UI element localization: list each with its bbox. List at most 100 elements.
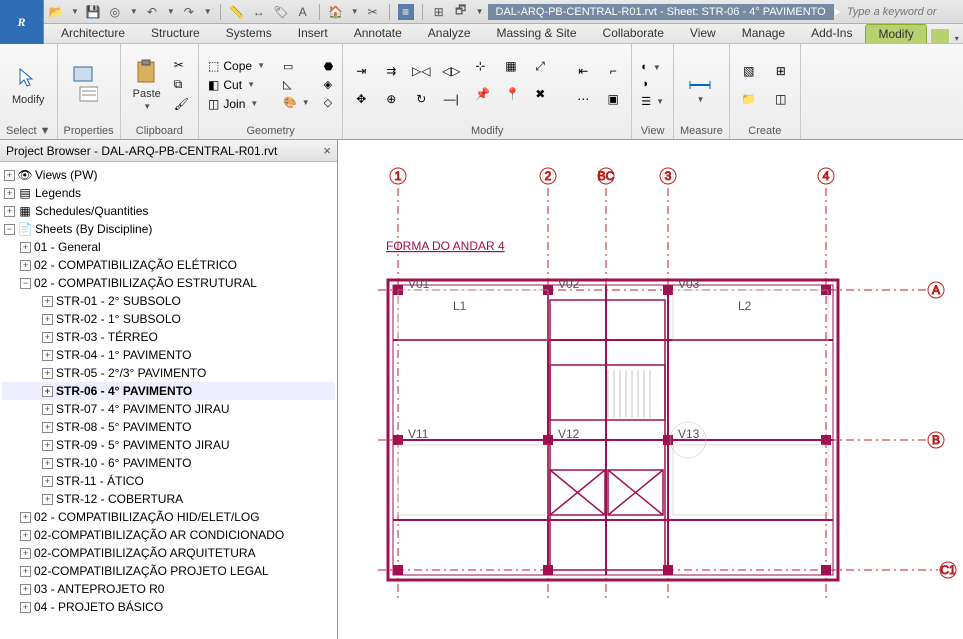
tab-insert[interactable]: Insert xyxy=(285,23,341,43)
close-icon[interactable]: × xyxy=(323,143,331,158)
drawing-canvas[interactable]: 1 2 BC 3 4 A B C1 xyxy=(338,140,963,639)
tab-collaborate[interactable]: Collaborate xyxy=(590,23,677,43)
view-override-button[interactable]: ◑ xyxy=(638,77,667,91)
tree-node-sheet[interactable]: +STR-03 - TÉRREO xyxy=(2,328,335,346)
move-button[interactable]: ✥ xyxy=(349,87,373,111)
tree-node-sheet[interactable]: +STR-02 - 1° SUBSOLO xyxy=(2,310,335,328)
group-select-label[interactable]: Select ▼ xyxy=(6,123,51,139)
modify-button[interactable]: Modify xyxy=(6,62,50,108)
tree-node-sheet[interactable]: +STR-08 - 5° PAVIMENTO xyxy=(2,418,335,436)
expander-icon[interactable]: + xyxy=(4,206,15,217)
cut-geom-button[interactable]: ◧Cut ▼ xyxy=(205,77,268,93)
align-button[interactable]: ⇥ xyxy=(349,59,373,83)
tab-analyze[interactable]: Analyze xyxy=(415,23,484,43)
tree-node[interactable]: −02 - COMPATIBILIZAÇÃO ESTRUTURAL xyxy=(2,274,335,292)
expander-icon[interactable]: + xyxy=(20,512,31,523)
tree-node[interactable]: +03 - ANTEPROJETO R0 xyxy=(2,580,335,598)
sync-icon[interactable]: ◎ xyxy=(107,4,123,20)
unpin-button[interactable]: 📍 xyxy=(505,87,529,111)
expander-icon[interactable]: + xyxy=(42,368,53,379)
scale-button[interactable]: ⤢ xyxy=(535,59,559,83)
expander-icon[interactable]: + xyxy=(42,350,53,361)
tree-node-sheet[interactable]: +STR-10 - 6° PAVIMENTO xyxy=(2,454,335,472)
mirror-draw-button[interactable]: ◁▷ xyxy=(439,59,463,83)
group-button[interactable]: ▣ xyxy=(601,87,625,111)
cope-button[interactable]: ⬚Cope ▼ xyxy=(205,58,268,74)
tab-manage[interactable]: Manage xyxy=(729,23,798,43)
pin-button[interactable]: 📌 xyxy=(475,87,499,111)
expander-icon[interactable]: + xyxy=(42,296,53,307)
tree-node-schedules[interactable]: +▦Schedules/Quantities xyxy=(2,202,335,220)
tree-node[interactable]: +02-COMPATIBILIZAÇÃO AR CONDICIONADO xyxy=(2,526,335,544)
expander-icon[interactable]: + xyxy=(42,332,53,343)
view-hide-button[interactable]: ◐ ▼ xyxy=(638,60,667,74)
expander-icon[interactable]: − xyxy=(4,224,15,235)
open-icon[interactable]: 📂 xyxy=(48,4,64,20)
tab-addins[interactable]: Add-Ins xyxy=(798,23,865,43)
geom3-button[interactable]: ◇ xyxy=(321,95,337,110)
expander-icon[interactable]: + xyxy=(20,566,31,577)
tab-systems[interactable]: Systems xyxy=(213,23,285,43)
wall-opening-button[interactable]: ▭ xyxy=(280,59,313,74)
tree-node[interactable]: +02-COMPATIBILIZAÇÃO PROJETO LEGAL xyxy=(2,562,335,580)
tree-node-views[interactable]: +👁Views (PW) xyxy=(2,166,335,184)
tab-modify[interactable]: Modify xyxy=(865,24,926,43)
tab-view[interactable]: View xyxy=(677,23,729,43)
tab-massing[interactable]: Massing & Site xyxy=(484,23,590,43)
tree-node-sheet[interactable]: +STR-07 - 4° PAVIMENTO JIRAU xyxy=(2,400,335,418)
tree-node-sheet[interactable]: +STR-11 - ÁTICO xyxy=(2,472,335,490)
expander-icon[interactable]: + xyxy=(42,422,53,433)
tree-node-sheet[interactable]: +STR-04 - 1° PAVIMENTO xyxy=(2,346,335,364)
expander-icon[interactable]: + xyxy=(20,584,31,595)
app-menu-button[interactable]: R xyxy=(0,0,44,44)
rotate-button[interactable]: ↻ xyxy=(409,87,433,111)
paint-button[interactable]: 🎨▼ xyxy=(280,95,313,110)
paste-button[interactable]: Paste ▼ xyxy=(127,56,167,113)
undo-icon[interactable]: ↶ xyxy=(144,4,160,20)
tag-icon[interactable]: 🏷 xyxy=(273,4,289,20)
search-input[interactable] xyxy=(847,6,957,18)
align-dim-icon[interactable]: ↔ xyxy=(251,4,267,20)
section-icon[interactable]: ✂ xyxy=(365,4,381,20)
save-icon[interactable]: 💾 xyxy=(85,4,101,20)
corner-trim-button[interactable]: ⌐ xyxy=(601,59,625,83)
tree-node[interactable]: +02-COMPATIBILIZAÇÃO ARQUITETURA xyxy=(2,544,335,562)
expander-icon[interactable]: + xyxy=(42,404,53,415)
join-button[interactable]: ◫Join ▼ xyxy=(205,96,268,112)
expander-icon[interactable]: + xyxy=(20,548,31,559)
close-hidden-icon[interactable]: ⊞ xyxy=(431,4,447,20)
mirror-axis-button[interactable]: ▷◁ xyxy=(409,59,433,83)
extend-button[interactable]: ⇤ xyxy=(571,59,595,83)
cut-button[interactable]: ✂ xyxy=(171,57,192,73)
measure-icon[interactable]: 📏 xyxy=(229,4,245,20)
thinlines-icon[interactable]: ≡ xyxy=(398,4,414,20)
array-button[interactable]: ▦ xyxy=(505,59,529,83)
create-parts-button[interactable]: ◫ xyxy=(768,87,794,111)
expander-icon[interactable]: + xyxy=(42,458,53,469)
copy-button[interactable]: ⧉ xyxy=(171,76,192,93)
tree-node-sheet-active[interactable]: +STR-06 - 4° PAVIMENTO xyxy=(2,382,335,400)
demolish-button[interactable]: ⬣ xyxy=(321,59,337,74)
split-button[interactable]: ⊹ xyxy=(475,59,499,83)
expander-icon[interactable]: + xyxy=(20,530,31,541)
tree-node-sheet[interactable]: +STR-12 - COBERTURA xyxy=(2,490,335,508)
expander-icon[interactable]: + xyxy=(20,260,31,271)
default3d-icon[interactable]: 🏠 xyxy=(328,4,344,20)
view-linework-button[interactable]: ☰ ▼ xyxy=(638,94,667,109)
create-similar-button[interactable]: ▧ xyxy=(736,59,762,83)
expander-icon[interactable]: + xyxy=(42,440,53,451)
split-face-button[interactable]: ◺ xyxy=(280,77,313,92)
tab-architecture[interactable]: Architecture xyxy=(48,23,138,43)
tab-structure[interactable]: Structure xyxy=(138,23,213,43)
expander-icon[interactable]: − xyxy=(20,278,31,289)
split-gap-button[interactable]: ⋯ xyxy=(571,87,595,111)
text-icon[interactable]: A xyxy=(295,4,311,20)
tree-node-sheets[interactable]: −📄Sheets (By Discipline) xyxy=(2,220,335,238)
expander-icon[interactable]: + xyxy=(42,494,53,505)
expander-icon[interactable]: + xyxy=(20,602,31,613)
switch-windows-icon[interactable]: 🗗 xyxy=(453,4,469,20)
offset-button[interactable]: ⇉ xyxy=(379,59,403,83)
measure-button[interactable]: ▼ xyxy=(680,63,720,106)
expander-icon[interactable]: + xyxy=(20,242,31,253)
tree-node[interactable]: +01 - General xyxy=(2,238,335,256)
